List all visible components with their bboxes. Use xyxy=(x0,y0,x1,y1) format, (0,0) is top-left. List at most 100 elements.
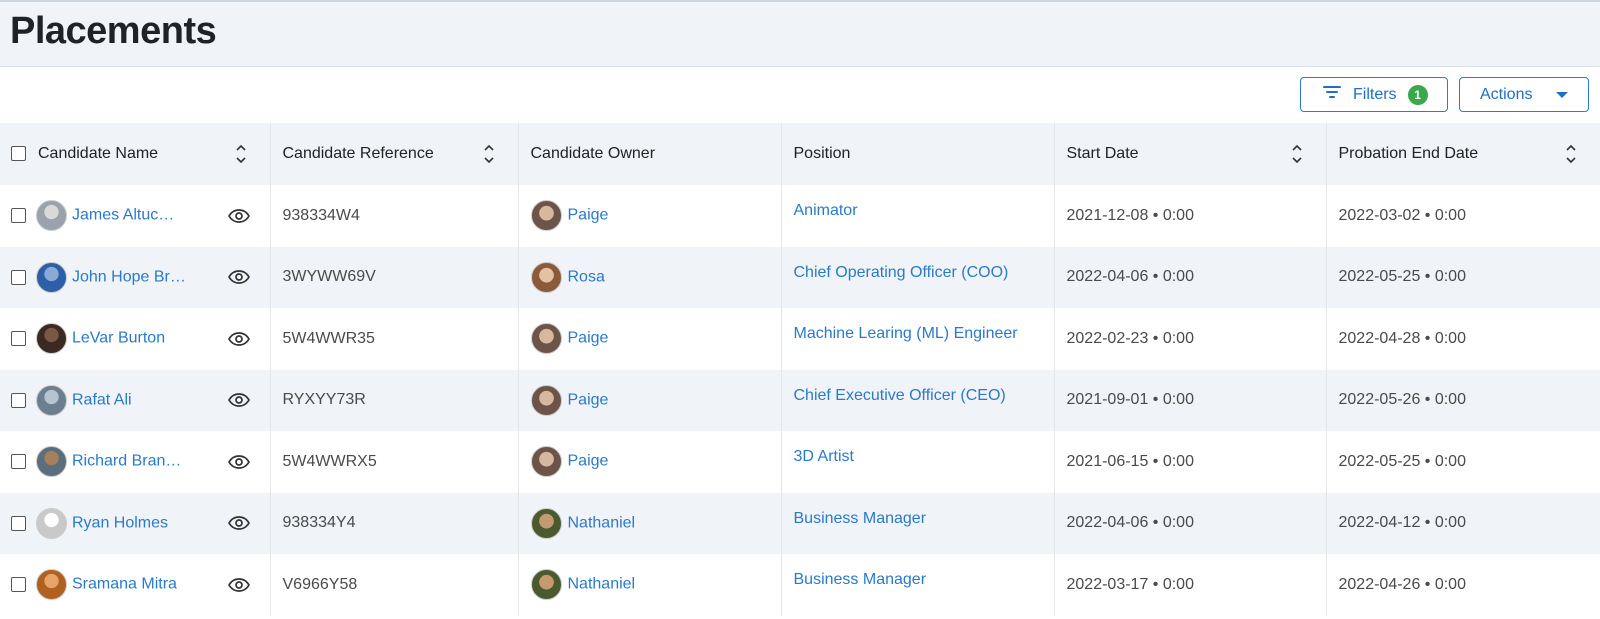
actions-button[interactable]: Actions xyxy=(1459,77,1589,112)
candidate-name-link[interactable]: Sramana Mitra xyxy=(72,576,177,593)
position-link[interactable]: Chief Operating Officer (COO) xyxy=(794,264,1009,281)
cell-probation-end-date: 2022-05-26 • 0:00 xyxy=(1338,391,1466,409)
candidate-name-link[interactable]: Ryan Holmes xyxy=(72,514,168,531)
table-header-row: Candidate Name Candidate Reference Candi… xyxy=(0,123,1600,185)
cell-candidate-owner: Paige xyxy=(518,431,782,493)
cell-candidate-reference: 938334W4 xyxy=(270,185,519,247)
eye-icon[interactable] xyxy=(227,331,250,346)
column-header-candidate-name[interactable]: Candidate Name xyxy=(0,123,271,185)
column-label: Start Date xyxy=(1066,145,1139,162)
position-link[interactable]: 3D Artist xyxy=(794,448,854,465)
owner-link[interactable]: Paige xyxy=(568,391,609,408)
avatar xyxy=(530,569,562,601)
eye-icon[interactable] xyxy=(227,577,250,592)
avatar xyxy=(36,200,67,232)
eye-icon[interactable] xyxy=(227,516,250,531)
position-link[interactable]: Business Manager xyxy=(794,571,927,588)
filter-icon xyxy=(1323,85,1341,104)
cell-candidate-name: Richard Bran… xyxy=(0,431,271,493)
cell-candidate-reference: 5W4WWR35 xyxy=(270,308,519,370)
sort-icon[interactable] xyxy=(1291,143,1302,165)
cell-probation-end-date: 2022-04-28 • 0:00 xyxy=(1338,329,1466,347)
candidate-name-link[interactable]: Rafat Ali xyxy=(72,391,132,408)
cell-candidate-name: Rafat Ali xyxy=(0,369,271,431)
eye-icon[interactable] xyxy=(227,454,250,469)
cell-candidate-owner: Rosa xyxy=(518,246,782,308)
cell-candidate-owner: Paige xyxy=(518,308,782,370)
column-header-probation-end-date[interactable]: Probation End Date xyxy=(1326,123,1600,185)
cell-candidate-reference: 3WYWW69V xyxy=(270,246,519,308)
owner-link[interactable]: Rosa xyxy=(568,268,605,285)
candidate-name-link[interactable]: Richard Bran… xyxy=(72,453,181,470)
eye-icon[interactable] xyxy=(227,270,250,285)
cell-candidate-owner: Paige xyxy=(518,185,782,247)
table-row: LeVar Burton 5W4WWR35 Paige Machine Learing… xyxy=(0,308,1600,370)
table-row: Ryan Holmes 938334Y4 Nathaniel Business Man… xyxy=(0,492,1600,554)
avatar xyxy=(530,384,562,416)
cell-start-date: 2021-06-15 • 0:00 xyxy=(1054,431,1327,493)
row-checkbox[interactable] xyxy=(11,269,26,285)
owner-link[interactable]: Paige xyxy=(568,207,609,224)
avatar xyxy=(36,569,67,601)
cell-start-date: 2021-12-08 • 0:00 xyxy=(1054,185,1327,247)
avatar xyxy=(36,446,67,478)
column-header-candidate-reference[interactable]: Candidate Reference xyxy=(270,123,519,185)
caret-down-icon xyxy=(1556,92,1568,98)
row-checkbox[interactable] xyxy=(11,331,26,347)
cell-probation-end-date: 2022-04-26 • 0:00 xyxy=(1338,575,1466,593)
cell-start-date: 2022-02-23 • 0:00 xyxy=(1054,308,1327,370)
row-checkbox[interactable] xyxy=(11,577,26,593)
position-link[interactable]: Animator xyxy=(794,202,858,219)
avatar xyxy=(36,507,67,539)
sort-icon[interactable] xyxy=(235,143,246,165)
filters-count-badge: 1 xyxy=(1407,84,1428,105)
eye-icon[interactable] xyxy=(227,208,250,223)
candidate-name-link[interactable]: James Altuc… xyxy=(72,207,174,224)
avatar xyxy=(36,323,67,355)
placements-table: Candidate Name Candidate Reference Candi… xyxy=(0,123,1600,616)
owner-link[interactable]: Nathaniel xyxy=(568,514,636,531)
eye-icon[interactable] xyxy=(227,393,250,408)
cell-candidate-name: Sramana Mitra xyxy=(0,554,271,616)
column-label: Candidate Name xyxy=(38,145,159,162)
candidate-name-link[interactable]: LeVar Burton xyxy=(72,330,165,347)
avatar xyxy=(530,200,562,232)
cell-position: Chief Operating Officer (COO) xyxy=(781,246,1055,308)
position-link[interactable]: Machine Learing (ML) Engineer xyxy=(794,325,1018,342)
owner-link[interactable]: Nathaniel xyxy=(568,576,636,593)
avatar xyxy=(530,507,562,539)
actions-label: Actions xyxy=(1480,85,1533,103)
row-checkbox[interactable] xyxy=(11,208,26,224)
cell-probation-end-date: 2022-05-25 • 0:00 xyxy=(1338,452,1466,470)
sort-icon[interactable] xyxy=(1566,143,1576,165)
owner-link[interactable]: Paige xyxy=(568,453,609,470)
cell-probation-end-date: 2022-03-02 • 0:00 xyxy=(1338,206,1466,224)
filters-label: Filters xyxy=(1353,85,1397,103)
cell-candidate-reference: 938334Y4 xyxy=(270,492,519,554)
position-link[interactable]: Chief Executive Officer (CEO) xyxy=(794,387,1006,404)
column-label: Candidate Owner xyxy=(530,145,656,162)
avatar xyxy=(36,384,67,416)
cell-start-date: 2022-04-06 • 0:00 xyxy=(1054,246,1327,308)
cell-probation-end-date: 2022-04-12 • 0:00 xyxy=(1338,514,1466,532)
position-link[interactable]: Business Manager xyxy=(794,510,927,527)
sort-icon[interactable] xyxy=(483,143,494,165)
column-header-start-date[interactable]: Start Date xyxy=(1054,123,1327,185)
avatar xyxy=(530,446,562,478)
candidate-name-link[interactable]: John Hope Br… xyxy=(72,268,186,285)
row-checkbox[interactable] xyxy=(11,392,26,408)
cell-start-date: 2022-03-17 • 0:00 xyxy=(1054,554,1327,616)
cell-position: Animator xyxy=(781,185,1055,247)
table-row: Rafat Ali RYXYY73R Paige Chief Executive Of… xyxy=(0,369,1600,431)
owner-link[interactable]: Paige xyxy=(568,330,609,347)
row-checkbox[interactable] xyxy=(11,454,26,470)
column-label: Probation End Date xyxy=(1338,145,1479,162)
filters-button[interactable]: Filters 1 xyxy=(1300,77,1448,112)
select-all-checkbox[interactable] xyxy=(11,146,26,162)
row-checkbox[interactable] xyxy=(11,515,26,531)
avatar xyxy=(530,323,562,355)
cell-candidate-reference: V6966Y58 xyxy=(270,554,519,616)
avatar xyxy=(530,261,562,293)
toolbar: Filters 1 Actions xyxy=(0,67,1600,123)
cell-candidate-reference: RYXYY73R xyxy=(270,369,519,431)
